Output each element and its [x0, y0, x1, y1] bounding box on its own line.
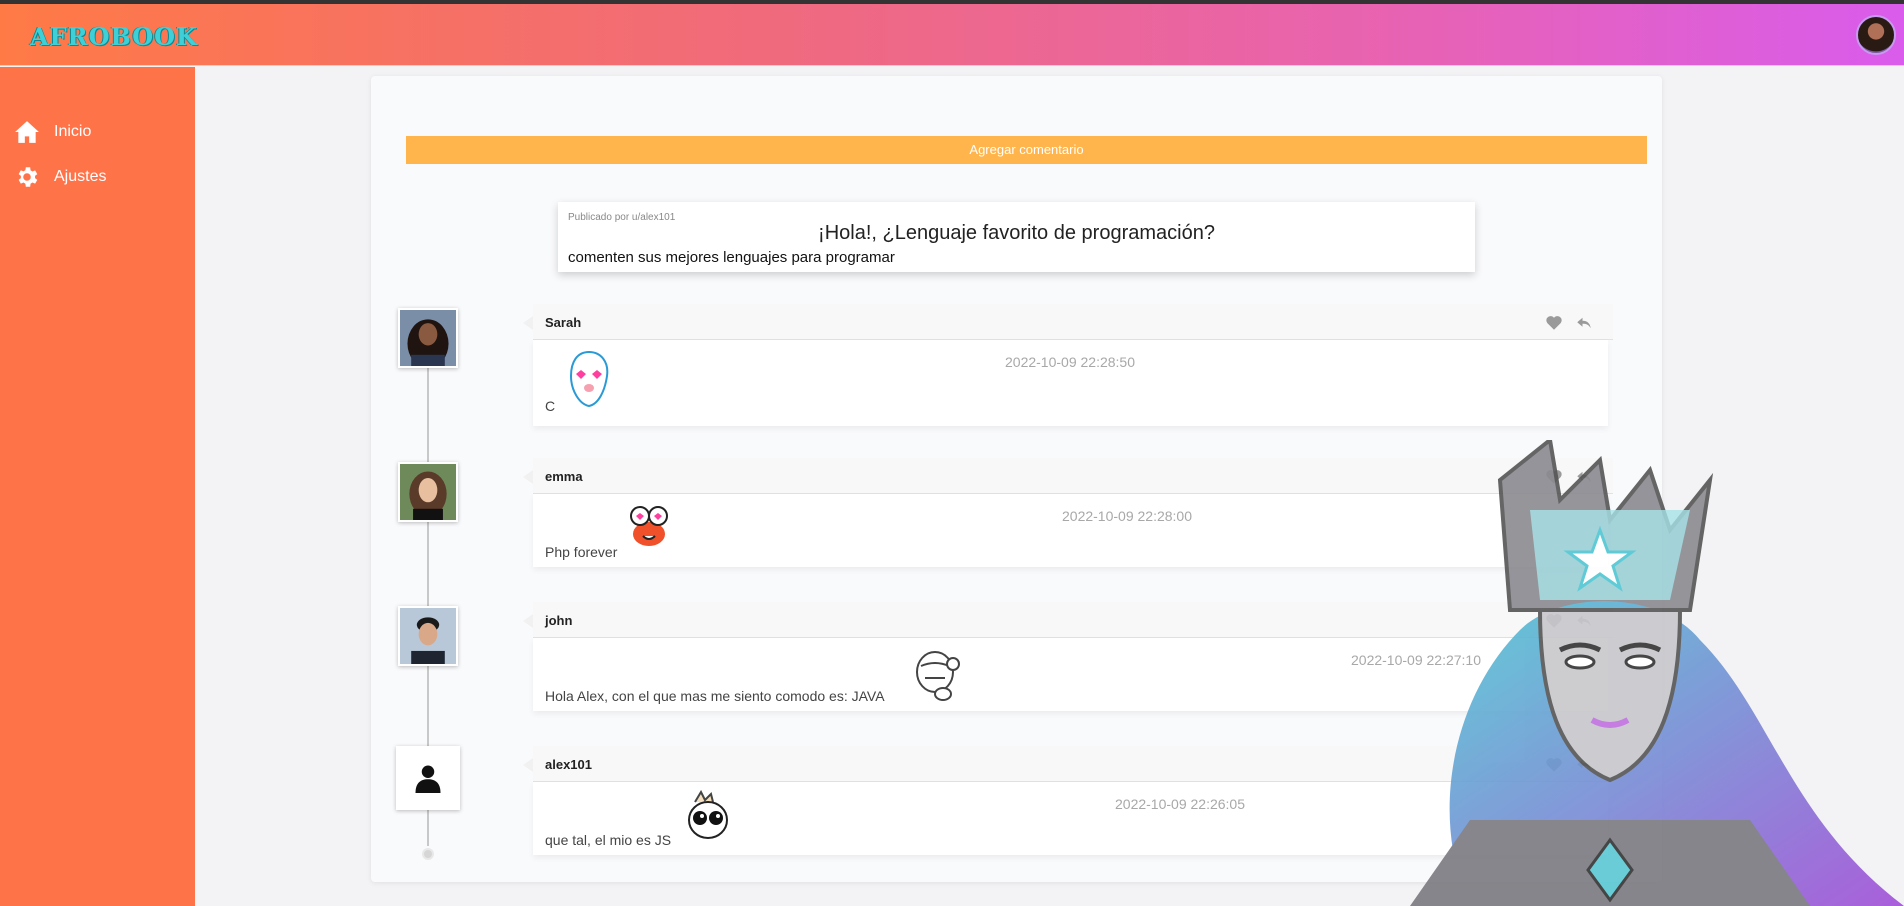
cute-eyes-sticker — [685, 789, 731, 842]
post-body: comenten sus mejores lenguajes para prog… — [568, 249, 895, 266]
avatar — [398, 462, 458, 522]
add-comment-button[interactable]: Agregar comentario — [406, 136, 1647, 164]
post-title: ¡Hola!, ¿Lenguaje favorito de programaci… — [818, 222, 1215, 244]
love-eyes-sticker — [563, 348, 615, 410]
crab-sticker — [625, 502, 673, 552]
comment-header: Sarah — [523, 304, 1613, 340]
sidebar-item-label: Ajustes — [54, 168, 107, 185]
post: Publicado por u/alex101 ¡Hola!, ¿Lenguaj… — [558, 202, 1475, 272]
app-logo[interactable]: AFROBOOK — [30, 22, 198, 51]
timeline-end-dot — [422, 848, 434, 860]
sidebar-item-inicio[interactable]: Inicio — [14, 117, 91, 147]
comment-author: john — [545, 613, 573, 628]
reply-icon[interactable] — [1575, 314, 1593, 332]
avatar — [398, 606, 458, 666]
thinking-sticker — [913, 646, 963, 702]
comment-date: 2022-10-09 22:28:00 — [1062, 508, 1192, 524]
user-avatar[interactable] — [1856, 15, 1896, 55]
gear-icon — [14, 164, 40, 190]
comment-text: C — [545, 398, 556, 414]
comment-text: que tal, el mio es JS — [545, 832, 672, 848]
top-bar: AFROBOOK — [0, 4, 1904, 66]
comment-date: 2022-10-09 22:26:05 — [1115, 796, 1245, 812]
mascot-illustration — [1410, 440, 1904, 906]
comment: Sarah 2022-10-09 22:28:50 C — [523, 304, 1613, 430]
sidebar-item-label: Inicio — [54, 123, 92, 140]
comment-actions — [1545, 314, 1593, 332]
sidebar-item-ajustes[interactable]: Ajustes — [14, 162, 106, 192]
comment-author: Sarah — [545, 315, 582, 330]
home-icon — [14, 119, 40, 145]
comment-author: emma — [545, 469, 583, 484]
comment-author: alex101 — [545, 757, 592, 772]
avatar — [398, 308, 458, 368]
comment-text: Php forever — [545, 544, 618, 560]
sidebar: Inicio Ajustes — [0, 67, 195, 906]
avatar — [396, 746, 460, 810]
comment-body: 2022-10-09 22:28:50 C — [533, 340, 1608, 426]
comment-text: Hola Alex, con el que mas me siento como… — [545, 688, 885, 704]
user-icon — [415, 765, 441, 793]
comment-date: 2022-10-09 22:28:50 — [1005, 354, 1135, 370]
heart-icon[interactable] — [1545, 314, 1563, 332]
